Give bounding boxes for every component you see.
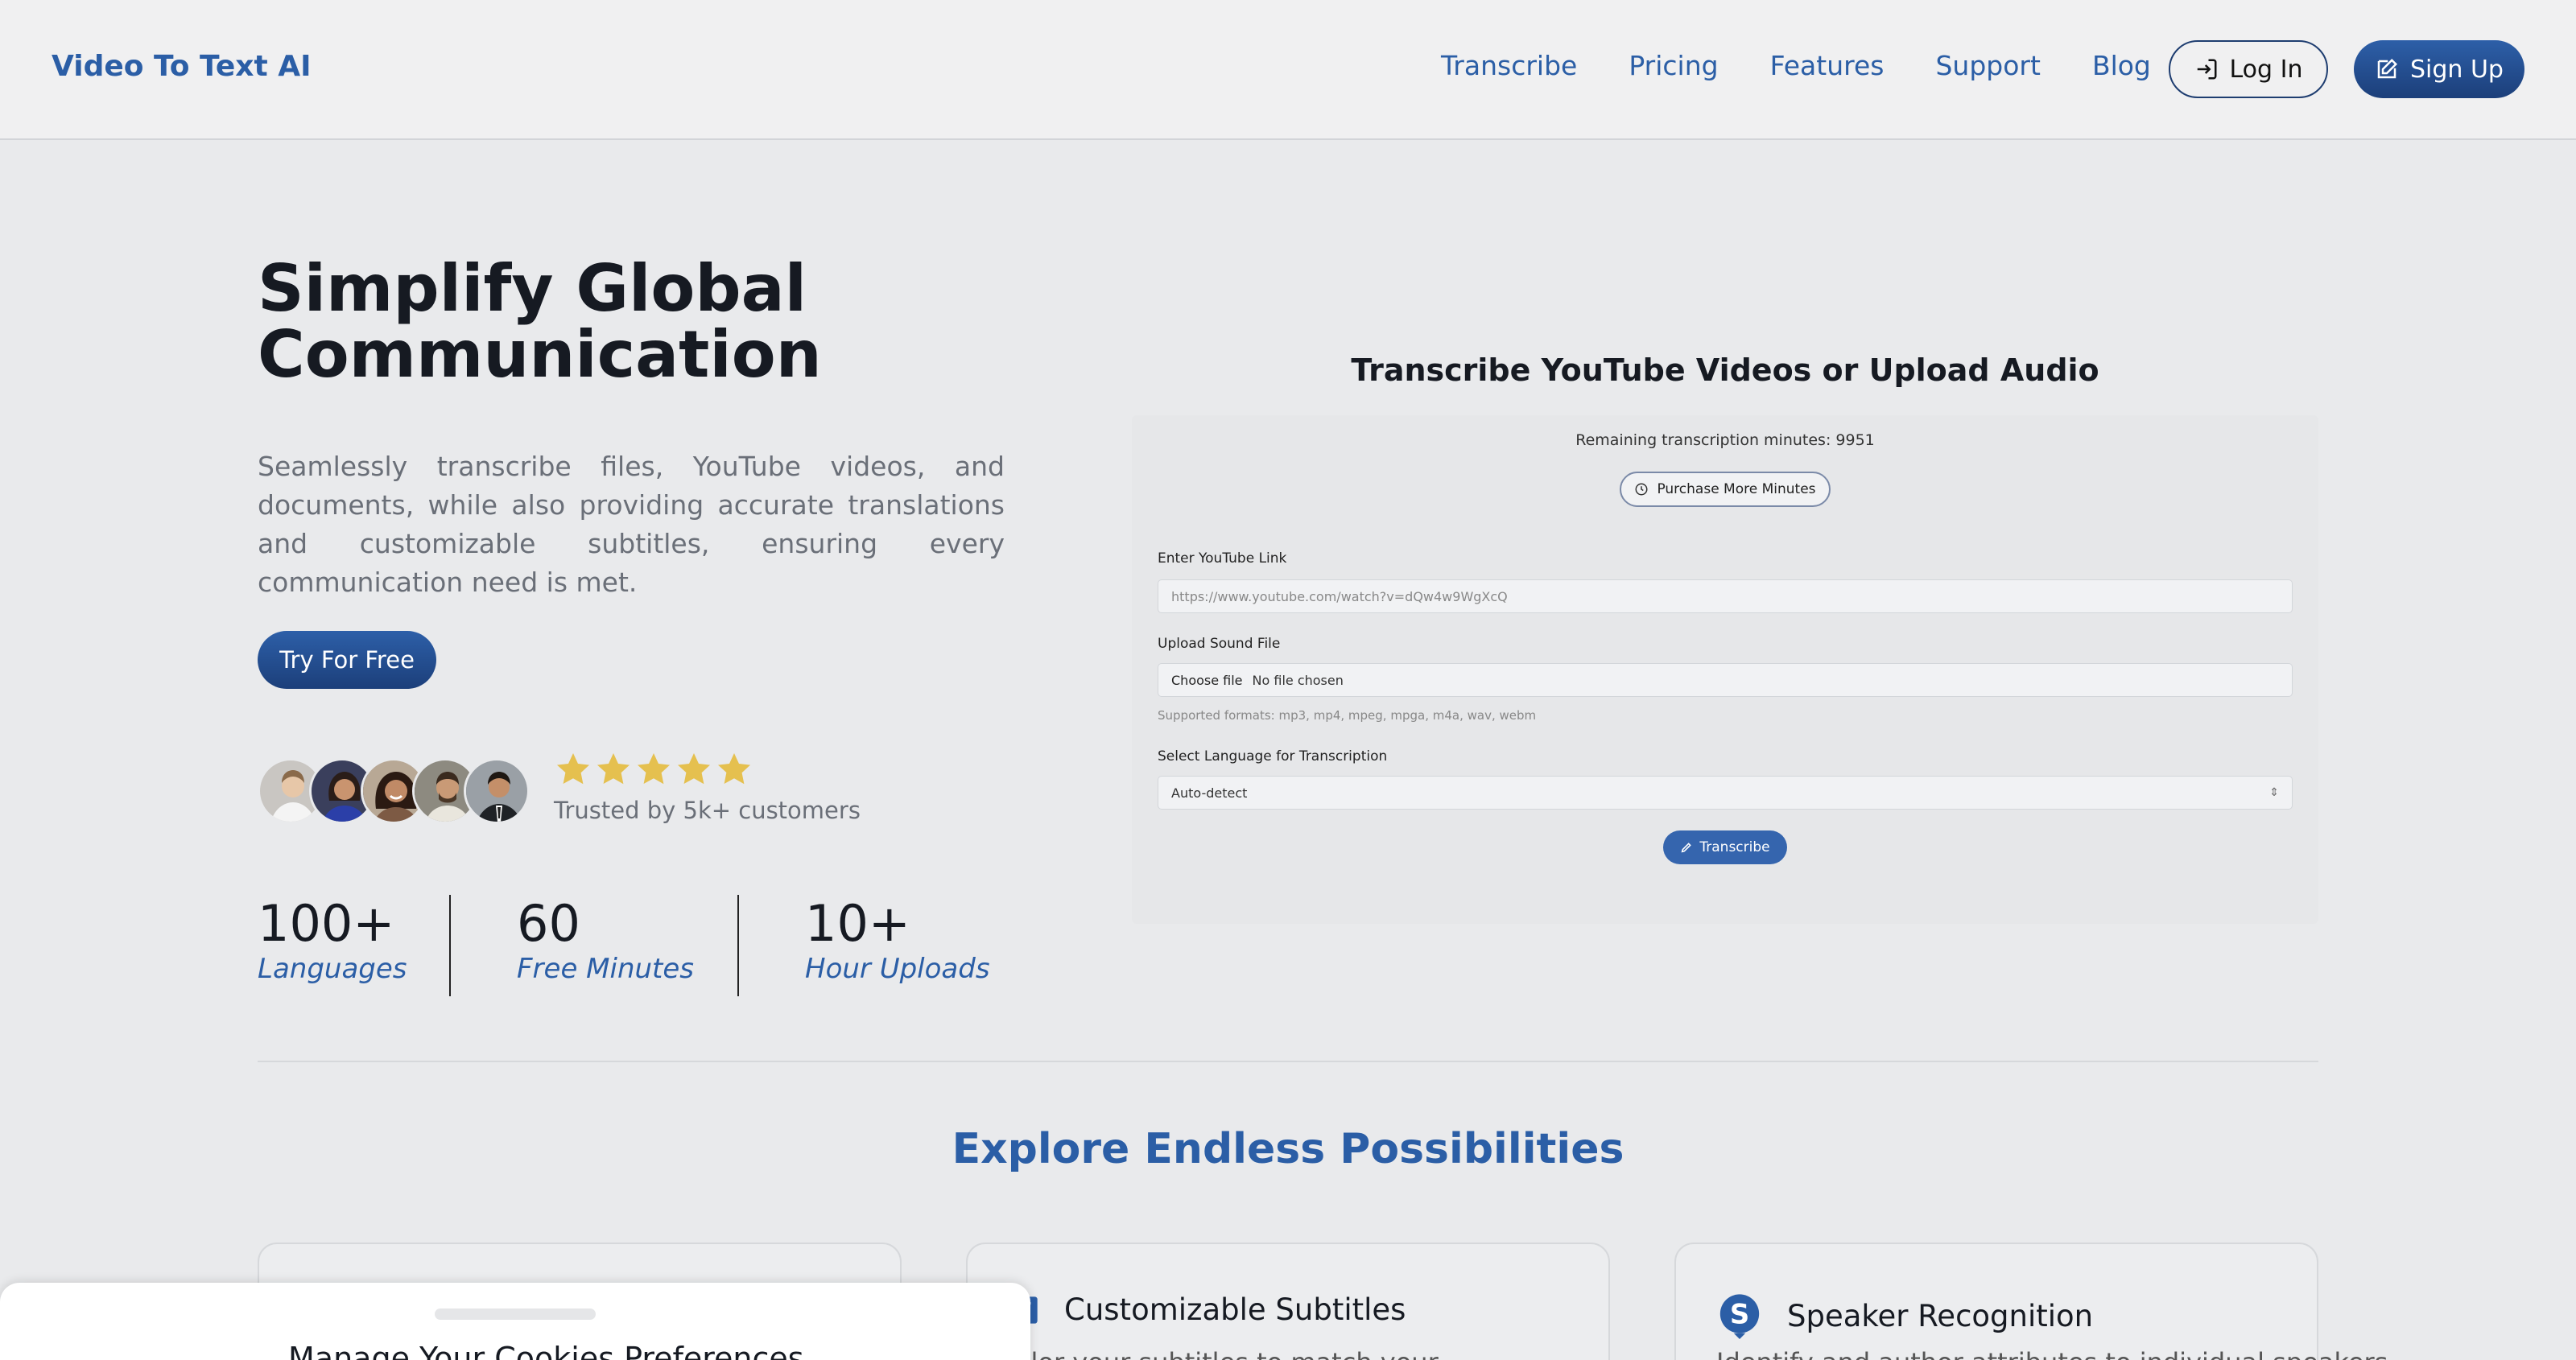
youtube-link-input[interactable]: https://www.youtube.com/watch?v=dQw4w9Wg… <box>1158 579 2293 613</box>
top-navbar: Video To Text AI Transcribe Pricing Feat… <box>0 0 2576 140</box>
trusted-text: Trusted by 5k+ customers <box>554 797 861 824</box>
signup-button[interactable]: Sign Up <box>2354 40 2524 98</box>
card-header: Customizable Subtitles <box>1008 1292 1406 1327</box>
purchase-minutes-button[interactable]: Purchase More Minutes <box>1620 472 1831 507</box>
stat-label: Free Minutes <box>517 953 695 985</box>
star-icon <box>718 753 750 785</box>
stat-label: Languages <box>258 953 407 985</box>
select-arrows-icon: ⇕ <box>2269 786 2279 799</box>
transcriber-panel: Remaining transcription minutes: 9951 Pu… <box>1132 415 2318 924</box>
hero-title-line1: Simplify Global <box>258 251 807 326</box>
card-title: Speaker Recognition <box>1787 1298 2094 1333</box>
nav-pricing[interactable]: Pricing <box>1629 50 1718 81</box>
signup-label: Sign Up <box>2410 55 2504 84</box>
stat-divider <box>737 895 739 996</box>
stat-languages: 100+ Languages <box>258 894 407 986</box>
features-title: Explore Endless Possibilities <box>952 1125 1624 1173</box>
drag-handle[interactable] <box>435 1308 596 1320</box>
transcribe-label: Transcribe <box>1699 839 1770 855</box>
card-header: S Speaker Recognition <box>1716 1292 2093 1339</box>
stat-divider <box>449 895 451 996</box>
speaker-s-icon: S <box>1719 1294 1760 1339</box>
customer-avatars <box>258 758 531 824</box>
language-selected: Auto-detect <box>1171 785 1248 801</box>
file-upload-input[interactable]: Choose file No file chosen <box>1158 663 2293 697</box>
card-description: ailor your subtitles to match your <box>1008 1347 1439 1360</box>
stat-value: 10+ <box>805 894 910 953</box>
login-button[interactable]: Log In <box>2169 40 2328 98</box>
remaining-minutes: Remaining transcription minutes: 9951 <box>1575 431 1875 449</box>
star-icon <box>597 753 630 785</box>
nav-support[interactable]: Support <box>1935 50 2040 81</box>
transcribe-button[interactable]: Transcribe <box>1663 830 1787 864</box>
main-nav: Transcribe Pricing Features Support Blog <box>1441 50 2202 81</box>
star-icon <box>557 753 589 785</box>
section-divider <box>258 1061 2318 1062</box>
youtube-link-placeholder: https://www.youtube.com/watch?v=dQw4w9Wg… <box>1171 588 1508 604</box>
stat-free-minutes: 60 Free Minutes <box>517 894 695 986</box>
stat-label: Hour Uploads <box>805 953 990 985</box>
try-for-free-button[interactable]: Try For Free <box>258 631 436 689</box>
card-title: Customizable Subtitles <box>1064 1292 1406 1327</box>
svg-text:S: S <box>1730 1299 1749 1330</box>
hero-description: Seamlessly transcribe files, YouTube vid… <box>258 451 1005 598</box>
nav-features[interactable]: Features <box>1770 50 1885 81</box>
feature-card-subtitles: Customizable Subtitles ailor your subtit… <box>966 1243 1610 1360</box>
cookie-title: Manage Your Cookies Preferences <box>288 1341 804 1360</box>
pencil-icon <box>1681 843 1692 853</box>
login-label: Log In <box>2229 55 2303 84</box>
star-icon <box>638 753 670 785</box>
stat-hour-uploads: 10+ Hour Uploads <box>805 894 990 986</box>
nav-transcribe[interactable]: Transcribe <box>1441 50 1577 81</box>
nav-blog[interactable]: Blog <box>2092 50 2151 81</box>
clock-icon <box>1635 483 1648 496</box>
rating-stars <box>554 750 753 789</box>
youtube-link-label: Enter YouTube Link <box>1158 550 1287 567</box>
star-icon <box>678 753 710 785</box>
supported-formats: Supported formats: mp3, mp4, mpeg, mpga,… <box>1158 708 1537 723</box>
brand-logo[interactable]: Video To Text AI <box>52 50 311 83</box>
avatar <box>464 758 530 824</box>
language-label: Select Language for Transcription <box>1158 748 1388 764</box>
login-icon <box>2197 59 2216 80</box>
hero-title: Simplify Global Communication <box>258 256 902 388</box>
edit-icon <box>2377 58 2398 79</box>
transcriber-title: Transcribe YouTube Videos or Upload Audi… <box>1351 352 2099 388</box>
feature-card-speaker: S Speaker Recognition Identify and autho… <box>1674 1243 2388 1360</box>
choose-file-button[interactable]: Choose file <box>1171 673 1243 688</box>
card-description: Identify and author attributes to indivi… <box>1716 1347 2388 1360</box>
upload-sound-label: Upload Sound File <box>1158 636 1281 652</box>
stat-value: 60 <box>517 894 580 953</box>
purchase-label: Purchase More Minutes <box>1657 481 1816 497</box>
file-status: No file chosen <box>1252 672 1344 688</box>
cookie-preferences-dialog[interactable]: Manage Your Cookies Preferences <box>0 1283 1030 1360</box>
hero-title-line2: Communication <box>258 317 822 392</box>
stat-value: 100+ <box>258 894 395 953</box>
language-select[interactable]: Auto-detect ⇕ <box>1158 776 2293 810</box>
